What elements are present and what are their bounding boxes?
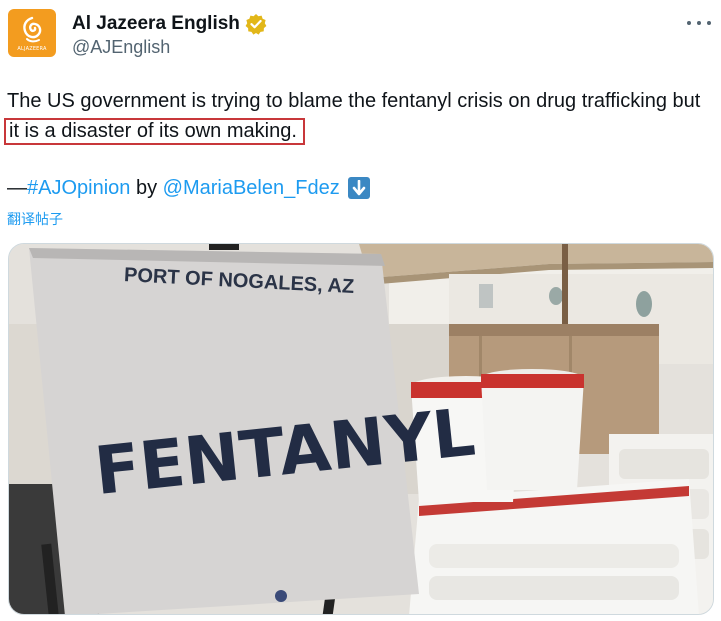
fentanyl-sign-photo: PORT OF NOGALES, AZ FENTANYL: [9, 244, 713, 614]
more-options-icon[interactable]: [687, 16, 711, 30]
author-name-row: Al Jazeera English: [72, 12, 267, 36]
down-arrow-icon: [347, 177, 370, 199]
verified-badge-icon[interactable]: [245, 13, 267, 35]
tweet-text-part: The US government is trying to blame the…: [7, 90, 701, 112]
tweet-text: The US government is trying to blame the…: [4, 86, 707, 146]
avatar[interactable]: ALJAZEERA: [8, 9, 56, 57]
al-jazeera-logo-icon: [23, 16, 42, 42]
author-mention-link[interactable]: @MariaBelen_Fdez: [163, 174, 340, 202]
credit-prefix: —: [7, 177, 27, 199]
tweet-image[interactable]: PORT OF NOGALES, AZ FENTANYL: [8, 243, 714, 615]
credit-line: — #AJOpinion by @MariaBelen_Fdez: [7, 174, 370, 202]
highlighted-text: it is a disaster of its own making.: [4, 118, 305, 145]
display-name[interactable]: Al Jazeera English: [72, 13, 240, 35]
logo-text: ALJAZEERA: [17, 45, 47, 52]
user-handle[interactable]: @AJEnglish: [72, 37, 170, 58]
hashtag-link[interactable]: #AJOpinion: [27, 174, 130, 202]
translate-post-link[interactable]: 翻译帖子: [7, 209, 63, 229]
by-text: by: [130, 177, 163, 199]
